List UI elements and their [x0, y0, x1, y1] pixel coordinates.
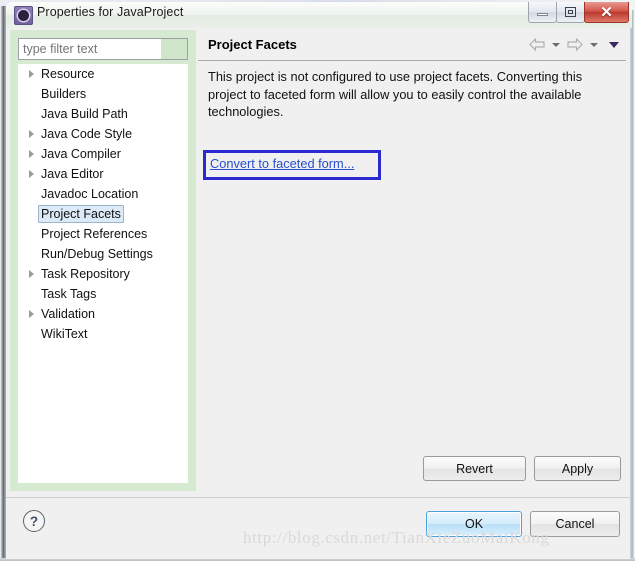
close-icon: ✕ [600, 3, 613, 21]
expand-triangle-icon[interactable] [24, 270, 38, 278]
content-header: Project Facets [198, 30, 626, 61]
expand-triangle-icon[interactable] [24, 70, 38, 78]
tree-item-task-repository[interactable]: Task Repository [18, 264, 188, 284]
expand-triangle-icon[interactable] [24, 150, 38, 158]
tree-item-label: Java Code Style [41, 127, 133, 141]
tree-item-label: Validation [41, 307, 95, 321]
tree-item-label: Project References [41, 227, 148, 241]
view-menu-chevron-down-icon[interactable] [609, 41, 619, 48]
window-controls: ✕ [528, 2, 629, 24]
dialog-body: Resource Builders Java Build Path Java Code… [6, 28, 630, 497]
tree-item-label: Resource [41, 67, 95, 81]
properties-dialog-window: Properties for JavaProject ✕ Resource Bui… [0, 0, 635, 561]
eclipse-gear-icon [14, 6, 33, 25]
tree-item-task-tags[interactable]: Task Tags [18, 284, 188, 304]
tree-item-label: Builders [41, 87, 87, 101]
maximize-icon [565, 7, 576, 17]
expand-triangle-icon[interactable] [24, 170, 38, 178]
tree-item-project-facets[interactable]: Project Facets [18, 204, 188, 224]
page-navigation-icons [529, 38, 619, 51]
window-right-edge [630, 10, 635, 561]
tree-item-wikitext[interactable]: WikiText [18, 324, 188, 344]
tree-item-validation[interactable]: Validation [18, 304, 188, 324]
tree-item-project-references[interactable]: Project References [18, 224, 188, 244]
tree-item-label: Javadoc Location [41, 187, 139, 201]
help-button[interactable]: ? [23, 510, 45, 532]
page-title: Project Facets [208, 37, 297, 52]
tree-item-builders[interactable]: Builders [18, 84, 188, 104]
tree-item-run-debug-settings[interactable]: Run/Debug Settings [18, 244, 188, 264]
cancel-button[interactable]: Cancel [530, 511, 620, 537]
filter-field-wrapper[interactable] [18, 38, 188, 60]
tree-item-javadoc-location[interactable]: Javadoc Location [18, 184, 188, 204]
revert-button[interactable]: Revert [423, 456, 526, 481]
maximize-button[interactable] [556, 2, 585, 23]
tree-item-label: Run/Debug Settings [41, 247, 153, 261]
expand-triangle-icon[interactable] [24, 130, 38, 138]
close-button[interactable]: ✕ [584, 2, 629, 23]
tree-item-java-code-style[interactable]: Java Code Style [18, 124, 188, 144]
minimize-icon [537, 13, 548, 16]
dialog-footer: ? OK Cancel [6, 497, 630, 559]
back-history-chevron-down-icon[interactable] [552, 42, 560, 47]
forward-arrow-icon[interactable] [567, 38, 583, 51]
apply-button[interactable]: Apply [534, 456, 621, 481]
tree-item-label: Java Build Path [41, 107, 128, 121]
tree-item-resource[interactable]: Resource [18, 64, 188, 84]
window-title: Properties for JavaProject [37, 5, 184, 19]
tree-item-java-editor[interactable]: Java Editor [18, 164, 188, 184]
search-input[interactable] [19, 39, 161, 59]
tree-item-label: Task Tags [41, 287, 97, 301]
expand-triangle-icon[interactable] [24, 310, 38, 318]
tree-item-label: Project Facets [38, 205, 124, 223]
content-panel: Project Facets This project is not confi… [198, 30, 626, 491]
tree-item-label: Java Compiler [41, 147, 121, 161]
tree-item-label: Java Editor [41, 167, 104, 181]
minimize-button[interactable] [528, 2, 557, 23]
back-arrow-icon[interactable] [529, 38, 545, 51]
page-description: This project is not configured to use pr… [208, 69, 583, 119]
tree-item-java-compiler[interactable]: Java Compiler [18, 144, 188, 164]
tree-item-label: Task Repository [41, 267, 130, 281]
ok-button[interactable]: OK [426, 511, 522, 537]
settings-tree-panel: Resource Builders Java Build Path Java Code… [10, 30, 196, 491]
title-bar[interactable]: Properties for JavaProject ✕ [6, 2, 632, 28]
tree-item-label: WikiText [41, 327, 88, 341]
settings-tree[interactable]: Resource Builders Java Build Path Java Code… [18, 64, 188, 483]
convert-to-faceted-form-link[interactable]: Convert to faceted form... [210, 156, 354, 171]
forward-history-chevron-down-icon[interactable] [590, 42, 598, 47]
tree-item-java-build-path[interactable]: Java Build Path [18, 104, 188, 124]
